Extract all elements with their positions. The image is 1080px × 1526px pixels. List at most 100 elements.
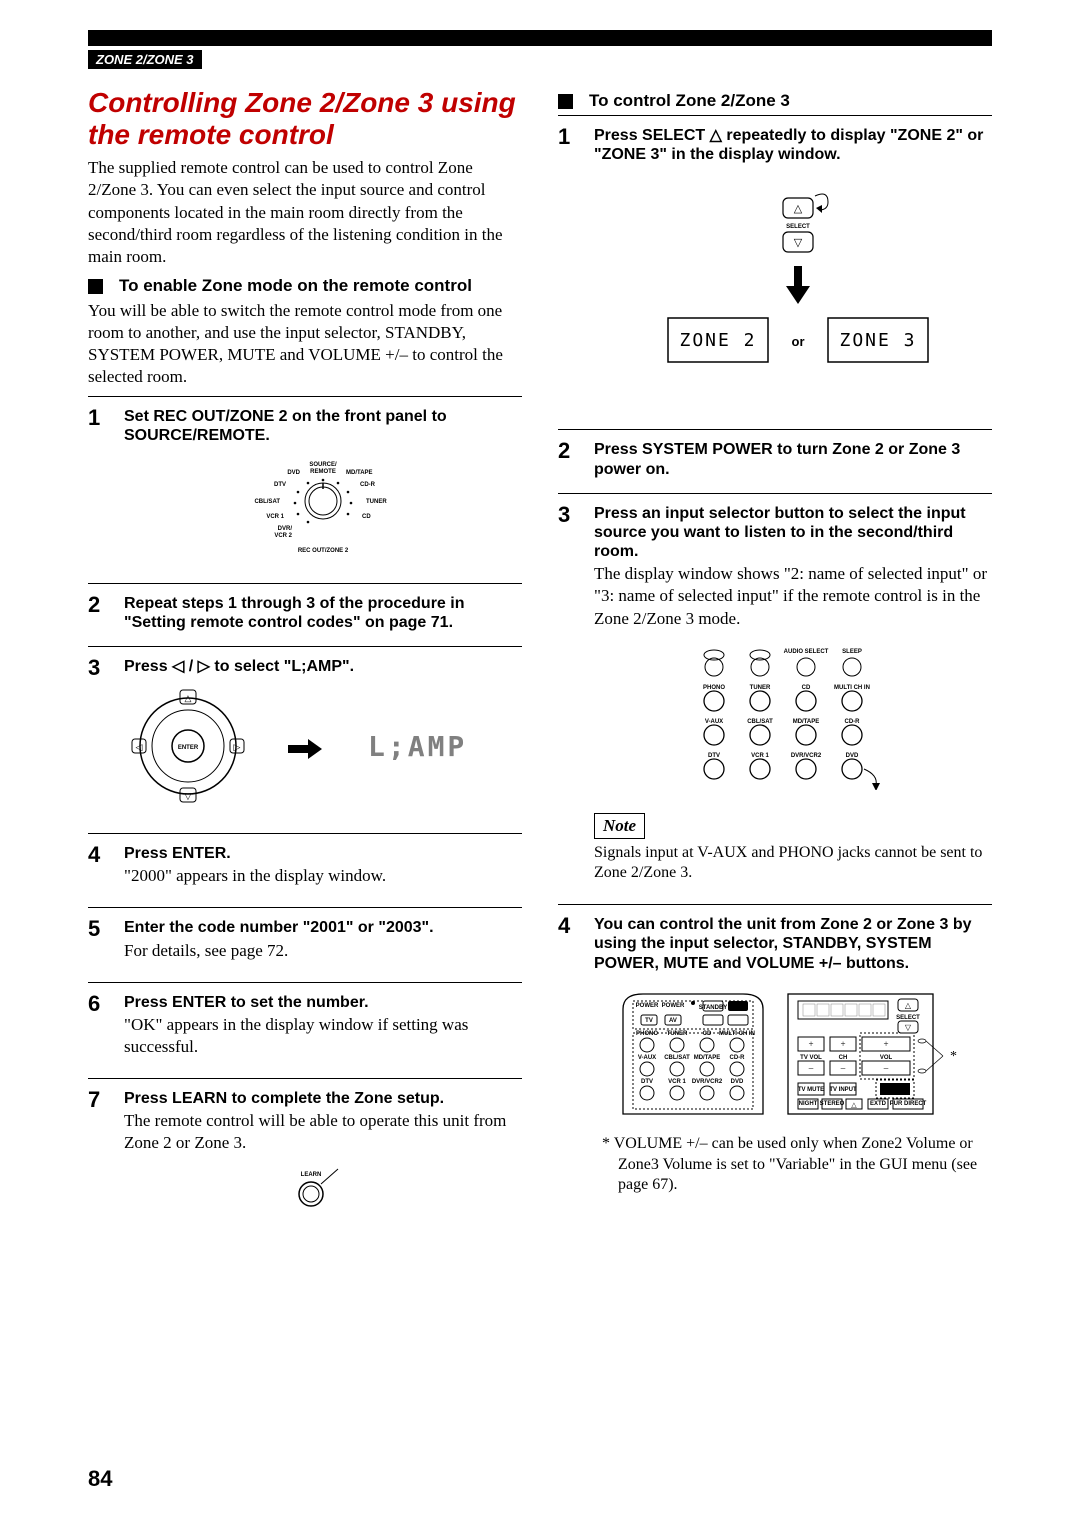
step-title: Press SELECT △ repeatedly to display "ZO… (594, 126, 992, 164)
svg-text:CD-R: CD-R (730, 1055, 746, 1061)
svg-text:△: △ (185, 693, 192, 703)
svg-text:NIGHT: NIGHT (799, 1101, 818, 1107)
svg-text:STANDBY: STANDBY (699, 1005, 728, 1011)
step-number: 3 (88, 655, 110, 821)
rec-out-dial-diagram: SOURCE/ REMOTE DVD MD/TAPE DTV CD-R CBL/… (218, 456, 428, 556)
step-number: 4 (88, 842, 110, 895)
right-step-2: 2 Press SYSTEM POWER to turn Zone 2 or Z… (558, 429, 992, 492)
step-2: 2 Repeat steps 1 through 3 of the proced… (88, 583, 522, 646)
step-body: The display window shows "2: name of sel… (594, 563, 992, 629)
step-number: 1 (558, 124, 580, 417)
step-3: 3 Press ◁ / ▷ to select "L;AMP". ENTER (88, 646, 522, 833)
svg-text:PHONO: PHONO (703, 685, 725, 691)
svg-text:VCR 1: VCR 1 (668, 1079, 686, 1085)
svg-text:AUDIO SELECT: AUDIO SELECT (784, 649, 829, 655)
svg-text:PUR DIRECT: PUR DIRECT (890, 1101, 927, 1107)
svg-text:V-AUX: V-AUX (705, 719, 723, 725)
svg-text:VCR 1: VCR 1 (751, 753, 769, 759)
bullet-square (88, 279, 103, 294)
learn-button-diagram: LEARN (283, 1164, 363, 1214)
svg-text:◁: ◁ (136, 742, 143, 752)
input-selector-grid: AUDIO SELECT SLEEP PHONO TUNER CD (683, 640, 903, 790)
svg-text:EXTD: EXTD (870, 1101, 887, 1107)
svg-text:TV VOL: TV VOL (800, 1055, 822, 1061)
svg-text:–: – (883, 1063, 889, 1073)
svg-text:CD-R: CD-R (360, 482, 376, 488)
step-number: 2 (88, 592, 110, 634)
svg-text:CD-R: CD-R (845, 719, 861, 725)
svg-text:TV: TV (645, 1018, 653, 1024)
svg-text:△: △ (851, 1101, 857, 1109)
svg-text:SELECT: SELECT (896, 1015, 920, 1021)
svg-text:DVD: DVD (731, 1079, 744, 1085)
svg-text:LEARN: LEARN (301, 1172, 322, 1178)
step-6: 6 Press ENTER to set the number. "OK" ap… (88, 982, 522, 1078)
svg-text:DVR/: DVR/ (278, 526, 293, 532)
step-title: Enter the code number "2001" or "2003". (124, 918, 522, 937)
step-number: 4 (558, 913, 580, 1204)
step-title: Set REC OUT/ZONE 2 on the front panel to… (124, 407, 522, 445)
dpad-lamp-diagram: ENTER △ ▽ ◁ ▷ (128, 686, 508, 806)
step-number: 3 (558, 502, 580, 892)
step-number: 7 (88, 1087, 110, 1229)
svg-text:CD: CD (362, 514, 371, 520)
svg-text:▽: ▽ (185, 791, 192, 801)
svg-text:MULTI CH IN: MULTI CH IN (834, 685, 870, 691)
volume-footnote: * VOLUME +/– can be used only when Zone2… (618, 1134, 992, 1196)
svg-text:+: + (808, 1039, 813, 1049)
svg-text:▽: ▽ (794, 237, 803, 249)
step-title: Press ◁ / ▷ to select "L;AMP". (124, 657, 522, 676)
or-label: or (792, 334, 805, 349)
svg-text:DVR/VCR2: DVR/VCR2 (692, 1079, 723, 1085)
svg-text:SOURCE/: SOURCE/ (309, 462, 337, 468)
step-title: Press ENTER. (124, 844, 522, 863)
svg-text:DTV: DTV (708, 753, 720, 759)
right-step-3: 3 Press an input selector button to sele… (558, 493, 992, 904)
svg-text:TV INPUT: TV INPUT (829, 1087, 857, 1093)
right-step-1: 1 Press SELECT △ repeatedly to display "… (558, 115, 992, 429)
svg-text:L;AMP: L;AMP (368, 730, 467, 763)
right-step-4: 4 You can control the unit from Zone 2 o… (558, 904, 992, 1216)
step-body: For details, see page 72. (124, 940, 522, 962)
bullet-square (558, 94, 573, 109)
svg-text:SELECT: SELECT (786, 224, 810, 230)
svg-text:△: △ (905, 1001, 912, 1010)
svg-text:V-AUX: V-AUX (638, 1055, 656, 1061)
step-title: Press LEARN to complete the Zone setup. (124, 1089, 522, 1108)
page-number: 84 (88, 1466, 112, 1492)
sub-intro: You will be able to switch the remote co… (88, 300, 522, 388)
svg-text:DVD: DVD (287, 470, 300, 476)
svg-text:MD/TAPE: MD/TAPE (694, 1055, 721, 1061)
svg-text:+: + (840, 1039, 845, 1049)
svg-text:STEREO: STEREO (820, 1101, 845, 1107)
svg-text:CBL/SAT: CBL/SAT (747, 719, 773, 725)
svg-text:POWER: POWER (636, 1003, 659, 1009)
svg-text:POWER: POWER (662, 1003, 685, 1009)
step-number: 1 (88, 405, 110, 570)
page-title: Controlling Zone 2/Zone 3 using the remo… (88, 87, 522, 151)
svg-text:▷: ▷ (234, 742, 241, 752)
svg-text:–: – (808, 1063, 814, 1073)
svg-text:MD/TAPE: MD/TAPE (793, 719, 820, 725)
step-title: Repeat steps 1 through 3 of the procedur… (124, 594, 522, 632)
svg-text:TUNER: TUNER (667, 1031, 688, 1037)
left-column: Controlling Zone 2/Zone 3 using the remo… (88, 87, 522, 1241)
svg-text:DTV: DTV (641, 1079, 653, 1085)
note-label: Note (594, 813, 645, 839)
svg-text:VCR 1: VCR 1 (266, 514, 284, 520)
svg-text:MUTE: MUTE (887, 1087, 904, 1093)
step-number: 5 (88, 916, 110, 969)
svg-text:▽: ▽ (905, 1023, 912, 1032)
svg-text:AV: AV (669, 1018, 677, 1024)
svg-text:VOL: VOL (880, 1055, 893, 1061)
note-body: Signals input at V-AUX and PHONO jacks c… (594, 843, 992, 885)
step-7: 7 Press LEARN to complete the Zone setup… (88, 1078, 522, 1241)
svg-text:+: + (883, 1039, 888, 1049)
step-number: 2 (558, 438, 580, 480)
step-body: The remote control will be able to opera… (124, 1110, 522, 1154)
svg-text:TUNER: TUNER (750, 685, 771, 691)
svg-text:DVR/VCR2: DVR/VCR2 (791, 753, 822, 759)
svg-text:SLEEP: SLEEP (842, 649, 862, 655)
svg-text:*: * (950, 1049, 957, 1064)
svg-text:–: – (840, 1063, 846, 1073)
